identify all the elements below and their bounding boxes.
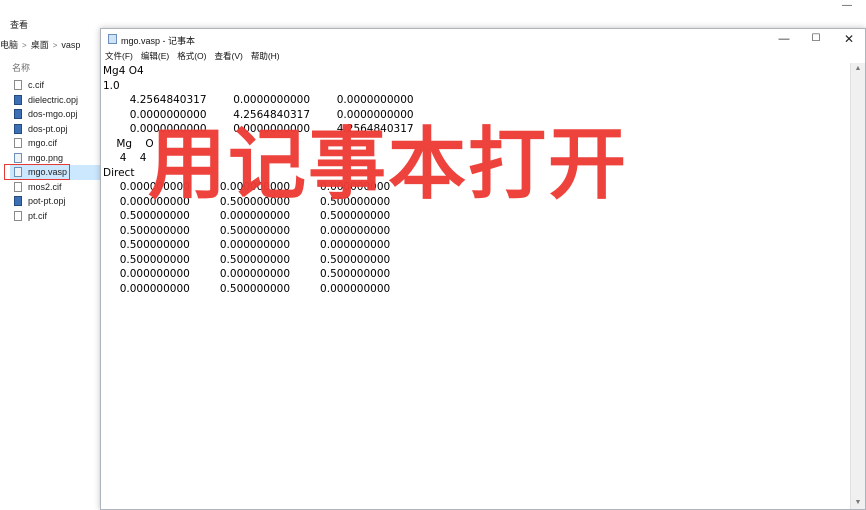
file-item[interactable]: dielectric.opj [10, 93, 100, 108]
chevron-right-icon: > [22, 41, 27, 50]
selection-highlight-box [4, 164, 70, 180]
file-name: mgo.png [28, 152, 64, 163]
file-name: pt.cif [28, 210, 48, 221]
file-icon [14, 210, 22, 221]
breadcrumb: 电脑 > 桌面 > vasp [0, 38, 80, 51]
file-name: c.cif [28, 80, 45, 90]
menu-bar: 文件(F) 编辑(E) 格式(O) 查看(V) 帮助(H) [105, 50, 288, 62]
file-item[interactable]: mgo.cif [10, 136, 100, 151]
view-menu[interactable]: 查看 [10, 18, 28, 31]
origin-file-icon [14, 196, 22, 206]
chevron-right-icon: > [52, 41, 58, 50]
file-item[interactable]: pt.cif [10, 209, 100, 224]
vertical-scrollbar[interactable]: ▲ ▼ [850, 63, 865, 509]
file-icon [14, 181, 22, 192]
name-column-header[interactable]: 名称 [12, 61, 30, 74]
file-item[interactable]: mgo.png [10, 151, 100, 166]
file-list: c.cif dielectric.opj dos-mgo.opj dos-pt.… [10, 78, 100, 223]
annotation-text: 用记事本打开 [148, 120, 629, 210]
close-button[interactable]: ✕ [833, 29, 865, 49]
breadcrumb-item-desktop[interactable]: 桌面 [31, 38, 49, 51]
explorer-minimize-button[interactable]: — [842, 0, 852, 11]
window-title: mgo.vasp - 记事本 [121, 36, 196, 46]
menu-file[interactable]: 文件(F) [105, 51, 133, 61]
breadcrumb-item-pc[interactable]: 电脑 [0, 38, 18, 51]
file-name: pot-pt.opj [28, 196, 66, 206]
menu-help[interactable]: 帮助(H) [251, 51, 280, 61]
origin-file-icon [14, 94, 22, 105]
file-item[interactable]: dos-mgo.opj [10, 107, 100, 122]
origin-file-icon [14, 109, 22, 119]
file-name: dos-mgo.opj [28, 109, 78, 119]
file-item[interactable]: c.cif [10, 78, 100, 93]
file-name: mgo.cif [28, 138, 58, 148]
file-name: dos-pt.opj [28, 123, 68, 134]
menu-view[interactable]: 查看(V) [214, 51, 242, 61]
title-bar[interactable]: mgo.vasp - 记事本 — ☐ ✕ [101, 29, 865, 49]
notepad-window: mgo.vasp - 记事本 — ☐ ✕ 文件(F) 编辑(E) 格式(O) 查看(V… [100, 28, 866, 510]
minimize-button[interactable]: — [768, 29, 800, 49]
origin-file-icon [14, 123, 22, 134]
maximize-button[interactable]: ☐ [800, 29, 832, 49]
menu-format[interactable]: 格式(O) [177, 51, 206, 61]
file-name: dielectric.opj [28, 94, 79, 105]
file-icon [14, 80, 22, 90]
file-icon [14, 138, 22, 148]
notepad-icon [108, 34, 117, 44]
breadcrumb-item-vasp[interactable]: vasp [61, 40, 80, 50]
file-item[interactable]: mos2.cif [10, 180, 100, 195]
scroll-down-arrow-icon[interactable]: ▼ [851, 497, 865, 509]
image-file-icon [14, 152, 22, 163]
scroll-up-arrow-icon[interactable]: ▲ [851, 63, 865, 75]
file-item[interactable]: dos-pt.opj [10, 122, 100, 137]
file-name: mos2.cif [28, 181, 62, 192]
file-item[interactable]: pot-pt.opj [10, 194, 100, 209]
menu-edit[interactable]: 编辑(E) [141, 51, 169, 61]
